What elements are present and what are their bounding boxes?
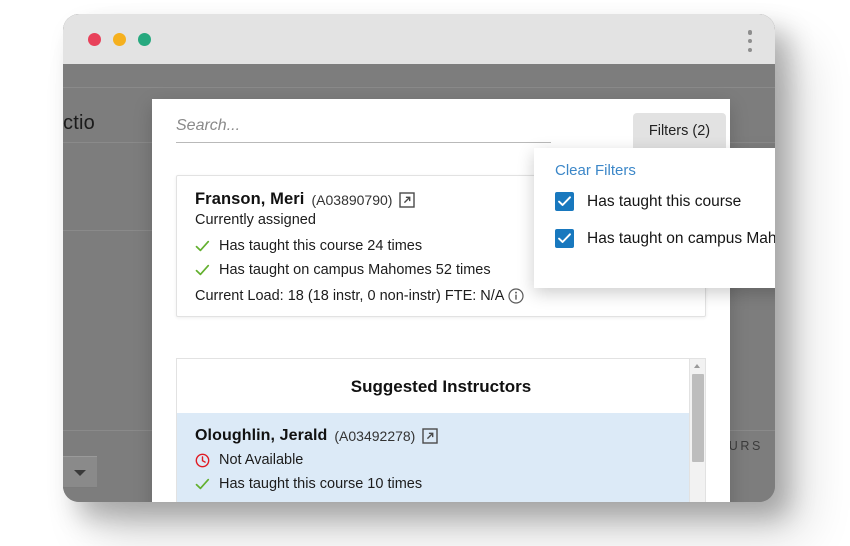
scrollbar-up-button[interactable]	[690, 359, 705, 373]
suggested-instructors-title: Suggested Instructors	[177, 359, 705, 413]
suggested-name-row: Oloughlin, Jerald (A03492278)	[195, 427, 687, 445]
suggested-bullet-label: Has taught this course 10 times	[219, 476, 422, 492]
assigned-load-text: Current Load: 18 (18 instr, 0 non-instr)…	[195, 288, 504, 304]
suggested-list-scrollbar[interactable]	[689, 359, 705, 502]
suggested-bullet: Has taught this course 10 times	[195, 472, 687, 496]
info-icon[interactable]	[508, 288, 524, 304]
background-dropdown-button[interactable]	[63, 456, 97, 488]
assigned-bullet-label: Has taught on campus Mahomes 52 times	[219, 262, 491, 278]
chevron-up-icon	[694, 364, 700, 368]
app-window: ctio CT HOURS Filters (2) Franson, Meri …	[63, 14, 775, 502]
zoom-button[interactable]	[138, 33, 151, 46]
screenshot-root: ctio CT HOURS Filters (2) Franson, Meri …	[0, 0, 850, 546]
suggested-instructor-row[interactable]: Oloughlin, Jerald (A03492278)	[177, 413, 705, 502]
check-icon	[195, 477, 210, 492]
external-link-icon[interactable]	[399, 192, 415, 208]
filter-option-label: Has taught on campus Mahomes	[587, 230, 775, 248]
kebab-menu-icon[interactable]	[747, 30, 753, 52]
check-icon	[195, 239, 210, 254]
external-link-icon[interactable]	[422, 428, 438, 444]
assigned-instructor-id: (A03890790)	[312, 192, 393, 208]
suggested-instructors-panel: Suggested Instructors Oloughlin, Jerald …	[176, 358, 706, 502]
assigned-instructor-name: Franson, Meri	[195, 190, 305, 209]
search-input[interactable]	[176, 117, 551, 143]
suggested-bullet-label: Not Available	[219, 452, 303, 468]
scrollbar-thumb[interactable]	[692, 374, 704, 462]
assigned-bullet-label: Has taught this course 24 times	[219, 238, 422, 254]
window-titlebar	[63, 14, 775, 64]
filter-option-has-taught-course[interactable]: Has taught this course	[534, 183, 775, 220]
filter-option-label: Has taught this course	[587, 193, 741, 211]
filter-option-has-taught-campus[interactable]: Has taught on campus Mahomes	[534, 220, 775, 257]
background-divider	[63, 87, 775, 88]
clock-icon	[195, 453, 210, 468]
search-field-wrapper	[176, 117, 551, 143]
clear-filters-link[interactable]: Clear Filters	[555, 162, 636, 179]
close-button[interactable]	[88, 33, 101, 46]
suggested-instructor-name: Oloughlin, Jerald	[195, 427, 327, 445]
checkbox-checked-icon[interactable]	[555, 192, 574, 211]
window-controls	[88, 33, 151, 46]
suggested-bullet: Not Available	[195, 448, 687, 472]
filters-dropdown: Clear Filters Has taught this course Has…	[534, 148, 775, 288]
suggested-instructor-id: (A03492278)	[334, 428, 415, 444]
check-icon	[195, 263, 210, 278]
minimize-button[interactable]	[113, 33, 126, 46]
checkbox-checked-icon[interactable]	[555, 229, 574, 248]
background-left-label: ctio	[63, 112, 95, 135]
filters-button[interactable]: Filters (2)	[633, 113, 726, 149]
chevron-down-icon	[74, 470, 86, 476]
